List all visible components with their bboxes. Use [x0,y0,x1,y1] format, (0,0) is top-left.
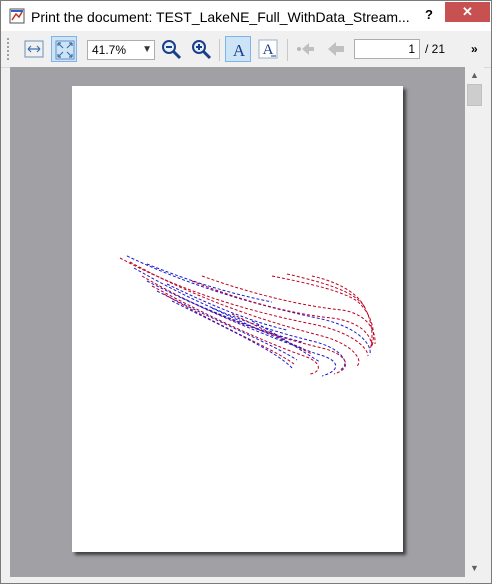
vertical-scrollbar[interactable]: ▲ ▼ [465,67,484,577]
window-title: Print the document: TEST_LakeNE_Full_Wit… [31,9,410,25]
zoom-value: 41.7% [92,43,127,57]
chevron-down-icon: ▼ [142,44,152,55]
text-a-icon: A [233,41,246,60]
scroll-down-icon[interactable]: ▼ [465,560,484,577]
zoom-out-button[interactable] [158,36,184,62]
plot-annotation: ····· [346,293,351,297]
title-bar[interactable]: Print the document: TEST_LakeNE_Full_Wit… [1,1,491,31]
document-page: ····· ····· ····· [72,86,403,552]
print-preview-icon [9,8,25,24]
svg-text:A: A [233,41,246,60]
page-total-label: / 21 [425,42,446,56]
previous-page-button[interactable] [323,36,349,62]
plot-annotation: ····· [290,272,295,276]
fit-width-button[interactable] [21,36,47,62]
fit-width-icon [24,40,44,58]
scroll-thumb[interactable] [467,84,482,106]
first-page-icon [297,43,314,55]
plot-annotation: ····· [124,253,129,257]
zoom-dropdown[interactable]: 41.7% ▼ [87,40,155,60]
page-number-input[interactable]: 1 [354,39,420,59]
text-mode-a-button[interactable]: A [225,36,251,62]
zoom-in-icon [192,40,212,60]
streamline-plot-figure: ····· ····· ····· [119,253,376,377]
toolbar-overflow-button[interactable]: » [471,41,478,57]
zoom-out-icon [162,40,182,60]
previous-page-icon [328,42,344,56]
text-a-underline-icon: A [258,39,278,59]
toolbar-separator [287,39,288,61]
toolbar-grip[interactable] [7,38,12,60]
toolbar: 41.7% ▼ A A 1 / 21 » [1,31,491,68]
first-page-button[interactable] [293,36,319,62]
toolbar-separator [219,39,220,61]
close-button[interactable]: ✕ [445,2,490,22]
zoom-in-button[interactable] [188,36,214,62]
print-preview-window: Print the document: TEST_LakeNE_Full_Wit… [0,0,492,584]
scroll-up-icon[interactable]: ▲ [465,67,484,84]
text-mode-b-button[interactable]: A [255,36,281,62]
help-button[interactable]: ? [418,5,440,25]
fit-page-icon [55,40,75,60]
fit-page-button[interactable] [51,36,77,62]
preview-viewport[interactable]: ····· ····· ····· [10,67,465,577]
